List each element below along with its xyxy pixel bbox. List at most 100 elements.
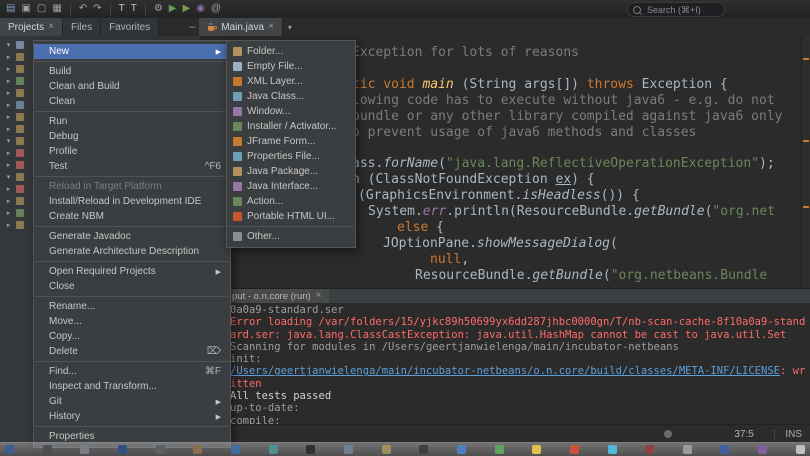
output-console[interactable]: 0a0a9-standard.serError loading /var/fol…: [225, 303, 810, 425]
menu-item-copy[interactable]: Copy...: [34, 329, 230, 344]
run-project-icon[interactable]: ▶: [169, 1, 177, 17]
redo-icon[interactable]: ↷: [93, 1, 101, 17]
error-stripe[interactable]: [801, 36, 810, 288]
tab-favorites[interactable]: Favorites: [101, 18, 159, 36]
submenu-item-portable-html-ui[interactable]: Portable HTML UI...: [227, 209, 355, 224]
menu-item-test[interactable]: Test^F6: [34, 159, 230, 174]
submenu-item-folder[interactable]: Folder...: [227, 44, 355, 59]
menu-item-reload-in-target-platform[interactable]: Reload in Target Platform: [34, 179, 230, 194]
dock-app-icon[interactable]: [118, 445, 127, 454]
dock-app-icon[interactable]: [796, 445, 805, 454]
submenu-item-action[interactable]: Action...: [227, 194, 355, 209]
dock-app-icon[interactable]: [683, 445, 692, 454]
menu-item-profile[interactable]: Profile: [34, 144, 230, 159]
menu-item-clean[interactable]: Clean: [34, 94, 230, 109]
debug-project-icon[interactable]: ▶: [182, 1, 190, 17]
tab-main-java[interactable]: Main.java ×: [199, 18, 283, 36]
code-line[interactable]: bundle or any other library compiled aga…: [352, 109, 782, 125]
output-tab-close-icon[interactable]: ×: [316, 291, 322, 301]
code-line[interactable]: ass.forName("java.lang.ReflectiveOperati…: [352, 156, 775, 172]
dock-app-icon[interactable]: [570, 445, 579, 454]
dock-app-icon[interactable]: [532, 445, 541, 454]
search-box[interactable]: [627, 2, 725, 17]
submenu-item-other[interactable]: Other...: [227, 229, 355, 244]
new-file-icon[interactable]: ▤: [6, 1, 15, 17]
code-line[interactable]: JOptionPane.showMessageDialog(: [383, 236, 618, 252]
tree-expand-icon[interactable]: ▾: [4, 173, 13, 181]
code-line[interactable]: tic void main (String args[]) throws Exc…: [352, 77, 728, 93]
tab-files[interactable]: Files: [63, 18, 101, 36]
menu-item-git[interactable]: Git▶: [34, 394, 230, 409]
submenu-item-properties-file[interactable]: Properties File...: [227, 149, 355, 164]
dock-app-icon[interactable]: [608, 445, 617, 454]
dock-app-icon[interactable]: [43, 445, 52, 454]
tree-expand-icon[interactable]: ▸: [4, 149, 13, 157]
code-line[interactable]: o prevent usage of java6 methods and cla…: [352, 125, 696, 141]
tree-expand-icon[interactable]: ▸: [4, 197, 13, 205]
menu-item-open-required-projects[interactable]: Open Required Projects▶: [34, 264, 230, 279]
submenu-item-xml-layer[interactable]: XML Layer...: [227, 74, 355, 89]
tree-expand-icon[interactable]: ▸: [4, 101, 13, 109]
save-all-icon[interactable]: ▦: [52, 1, 61, 17]
tab-close-icon[interactable]: ×: [268, 22, 274, 32]
dock-app-icon[interactable]: [419, 445, 428, 454]
tab-close-icon[interactable]: ×: [48, 22, 54, 32]
menu-item-find[interactable]: Find...⌘F: [34, 364, 230, 379]
menu-item-close[interactable]: Close: [34, 279, 230, 294]
profile-project-icon[interactable]: ◉: [196, 1, 205, 17]
menu-item-rename[interactable]: Rename...: [34, 299, 230, 314]
menu-item-run[interactable]: Run: [34, 114, 230, 129]
dock-app-icon[interactable]: [269, 445, 278, 454]
tree-expand-icon[interactable]: ▸: [4, 209, 13, 217]
submenu-item-installer-activator[interactable]: Installer / Activator...: [227, 119, 355, 134]
menu-item-move[interactable]: Move...: [34, 314, 230, 329]
code-line[interactable]: Exception for lots of reasons: [352, 45, 579, 61]
menu-item-build[interactable]: Build: [34, 64, 230, 79]
submenu-item-jframe-form[interactable]: JFrame Form...: [227, 134, 355, 149]
dock-app-icon[interactable]: [457, 445, 466, 454]
tree-expand-icon[interactable]: ▸: [4, 185, 13, 193]
code-line[interactable]: lowing code has to execute without java6…: [352, 93, 775, 109]
dock-app-icon[interactable]: [231, 445, 240, 454]
search-input[interactable]: [645, 4, 719, 16]
menu-item-inspect-and-transform[interactable]: Inspect and Transform...: [34, 379, 230, 394]
submenu-item-java-class[interactable]: Java Class...: [227, 89, 355, 104]
open-project-icon[interactable]: ▢: [37, 1, 46, 17]
dock-app-icon[interactable]: [495, 445, 504, 454]
dock-app-icon[interactable]: [758, 445, 767, 454]
menu-item-generate-javadoc[interactable]: Generate Javadoc: [34, 229, 230, 244]
tree-expand-icon[interactable]: ▸: [4, 125, 13, 133]
submenu-item-java-package[interactable]: Java Package...: [227, 164, 355, 179]
code-line[interactable]: System.err.println(ResourceBundle.getBun…: [368, 204, 775, 220]
dock-app-icon[interactable]: [720, 445, 729, 454]
menu-item-clean-and-build[interactable]: Clean and Build: [34, 79, 230, 94]
tab-list-caret-icon[interactable]: ▾: [283, 18, 297, 36]
new-project-icon[interactable]: ▣: [21, 1, 30, 17]
code-line[interactable]: h (ClassNotFoundException ex) {: [352, 172, 595, 188]
submenu-item-window[interactable]: Window...: [227, 104, 355, 119]
tree-expand-icon[interactable]: ▾: [4, 137, 13, 145]
submenu-item-empty-file[interactable]: Empty File...: [227, 59, 355, 74]
dock-app-icon[interactable]: [80, 445, 89, 454]
tree-expand-icon[interactable]: ▸: [4, 113, 13, 121]
text-tool-icon[interactable]: T: [119, 1, 125, 17]
tree-expand-icon[interactable]: ▸: [4, 77, 13, 85]
dock-app-icon[interactable]: [344, 445, 353, 454]
tree-expand-icon[interactable]: ▸: [4, 221, 13, 229]
tree-expand-icon[interactable]: ▸: [4, 53, 13, 61]
dock-app-icon[interactable]: [5, 445, 14, 454]
dock-app-icon[interactable]: [306, 445, 315, 454]
output-tab[interactable]: put - o.n.core (run) ×: [225, 289, 329, 303]
tree-expand-icon[interactable]: ▸: [4, 161, 13, 169]
dock-app-icon[interactable]: [193, 445, 202, 454]
output-link[interactable]: /Users/geertjanwielenga/main/incubator-n…: [230, 365, 780, 377]
menu-item-new[interactable]: New▶: [34, 44, 230, 59]
code-line[interactable]: ResourceBundle.getBundle("org.netbeans.B…: [415, 268, 767, 284]
menu-item-debug[interactable]: Debug: [34, 129, 230, 144]
menu-item-delete[interactable]: Delete⌦: [34, 344, 230, 359]
menu-item-create-nbm[interactable]: Create NBM: [34, 209, 230, 224]
minimize-panel-button[interactable]: –: [185, 18, 199, 36]
code-line[interactable]: (GraphicsEnvironment.isHeadless()) {: [358, 188, 640, 204]
dock-app-icon[interactable]: [156, 445, 165, 454]
tree-expand-icon[interactable]: ▸: [4, 89, 13, 97]
